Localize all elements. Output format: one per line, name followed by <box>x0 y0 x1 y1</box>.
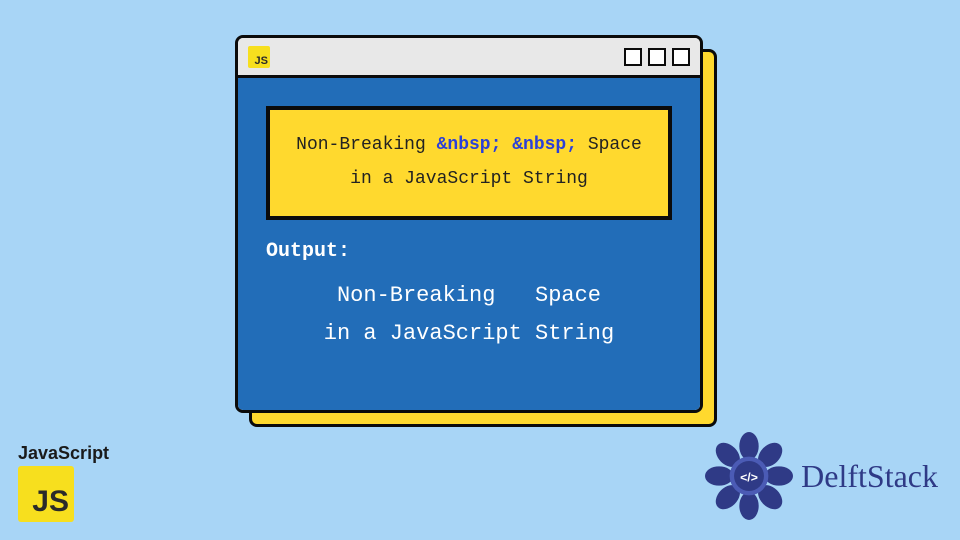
code-brackets-icon: </> <box>740 470 758 484</box>
app-window: JS Non-Breaking &nbsp; &nbsp; Space in a… <box>235 35 703 413</box>
close-button[interactable] <box>672 48 690 66</box>
code-text <box>501 135 512 155</box>
window-container: JS Non-Breaking &nbsp; &nbsp; Space in a… <box>235 35 715 435</box>
javascript-logo-label: JavaScript <box>18 443 109 464</box>
js-icon: JS <box>248 46 270 68</box>
delftstack-brand-text: DelftStack <box>801 458 938 495</box>
titlebar-left: JS <box>248 46 270 68</box>
output-line-2: in a JavaScript String <box>324 321 614 346</box>
js-icon: JS <box>18 466 74 522</box>
maximize-button[interactable] <box>648 48 666 66</box>
window-controls <box>624 48 690 66</box>
javascript-logo: JavaScript JS <box>18 443 109 522</box>
html-entity: &nbsp; <box>437 135 502 155</box>
code-line-1: Non-Breaking &nbsp; &nbsp; Space <box>280 128 658 162</box>
output-label: Output: <box>266 240 672 263</box>
minimize-button[interactable] <box>624 48 642 66</box>
delftstack-logo: </> DelftStack <box>705 432 938 520</box>
code-line-2: in a JavaScript String <box>280 162 658 196</box>
code-text: Non-Breaking <box>296 135 436 155</box>
window-body: Non-Breaking &nbsp; &nbsp; Space in a Ja… <box>238 78 700 410</box>
code-text: Space <box>577 135 642 155</box>
html-entity: &nbsp; <box>512 135 577 155</box>
output-text: Non-Breaking Space in a JavaScript Strin… <box>266 277 672 352</box>
output-line-1: Non-Breaking Space <box>337 283 601 308</box>
code-snippet-box: Non-Breaking &nbsp; &nbsp; Space in a Ja… <box>266 106 672 220</box>
mandala-icon: </> <box>705 432 793 520</box>
titlebar: JS <box>238 38 700 78</box>
